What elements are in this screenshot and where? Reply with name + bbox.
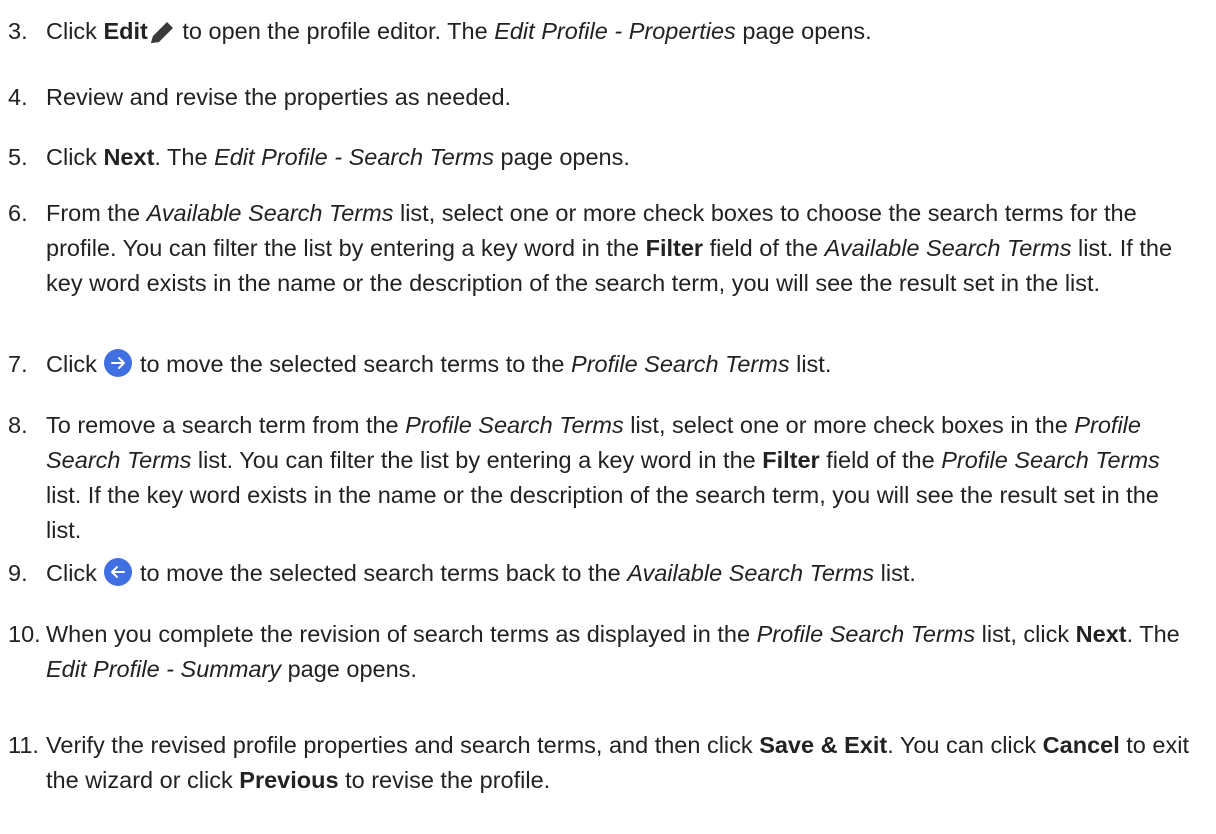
ui-term-italic: Available Search Terms: [627, 560, 875, 586]
pencil-icon: [148, 19, 176, 55]
step-text-run: When you complete the revision of search…: [46, 621, 757, 647]
ui-term-italic: Edit Profile - Properties: [494, 18, 736, 44]
ui-term-italic: Profile Search Terms: [941, 447, 1160, 473]
step-text: Click to move the selected search terms …: [46, 347, 1198, 388]
ui-term-bold: Filter: [762, 447, 820, 473]
step-number: 3.: [8, 18, 28, 44]
ui-term-bold: Edit: [103, 18, 148, 44]
step-text-run: to move the selected search terms back t…: [133, 560, 628, 586]
step-text-run: page opens.: [281, 656, 417, 682]
step-text-run: . The: [1126, 621, 1180, 647]
step-number: 7.: [8, 351, 28, 377]
step-number: 9.: [8, 560, 28, 586]
ui-term-italic: Profile Search Terms: [405, 412, 624, 438]
step-text-run: page opens.: [494, 144, 630, 170]
step-text-run: to open the profile editor. The: [175, 18, 495, 44]
step-text: When you complete the revision of search…: [46, 617, 1198, 687]
ui-term-italic: Available Search Terms: [146, 200, 394, 226]
arrow-left-circle-icon: [103, 557, 133, 597]
step-text-run: to revise the profile.: [338, 767, 551, 793]
arrow-right-circle-icon: [103, 348, 133, 388]
ui-term-italic: Profile Search Terms: [756, 621, 976, 647]
step-text: From the Available Search Terms list, se…: [46, 196, 1198, 301]
ui-term-italic: Edit Profile - Summary: [46, 656, 282, 682]
step-text-run: list, click: [975, 621, 1076, 647]
ui-term-bold: Cancel: [1042, 732, 1120, 758]
ui-term-bold: Save & Exit: [759, 732, 888, 758]
step-text-run: list.: [874, 560, 916, 586]
step-text: Click Next. The Edit Profile - Search Te…: [46, 140, 1198, 175]
step-text: To remove a search term from the Profile…: [46, 408, 1198, 548]
step-text: Review and revise the properties as need…: [46, 80, 1198, 115]
step-text-run: . You can click: [887, 732, 1043, 758]
ui-term-bold: Previous: [239, 767, 339, 793]
step-text-run: From the: [46, 200, 147, 226]
step-text-run: page opens.: [735, 18, 872, 44]
step-text-run: list. You can filter the list by enterin…: [191, 447, 763, 473]
step-text-run: field of the: [703, 235, 825, 261]
step-number: 11.: [8, 732, 39, 758]
ui-term-italic: Available Search Terms: [824, 235, 1072, 261]
step-text: Verify the revised profile properties an…: [46, 728, 1198, 798]
step-text-run: Click: [46, 351, 104, 377]
ui-term-italic: Profile Search Terms: [571, 351, 790, 377]
step-text-run: field of the: [819, 447, 942, 473]
step-text-run: list. If the key word exists in the name…: [46, 482, 1159, 543]
step-text-run: list, select one or more check boxes in …: [623, 412, 1075, 438]
step-text-run: To remove a search term from the: [46, 412, 406, 438]
step-number: 8.: [8, 412, 28, 438]
step-text-run: Verify the revised profile properties an…: [46, 732, 760, 758]
step-number: 10.: [8, 621, 41, 647]
step-text-run: Click: [46, 144, 104, 170]
step-number: 6.: [8, 200, 28, 226]
ui-term-bold: Next: [1075, 621, 1127, 647]
step-text-run: Click: [46, 18, 104, 44]
step-number: 5.: [8, 144, 28, 170]
ui-term-italic: Edit Profile - Search Terms: [214, 144, 494, 170]
step-text-run: to move the selected search terms to the: [133, 351, 572, 377]
ui-term-bold: Filter: [645, 235, 704, 261]
step-text: Click to move the selected search terms …: [46, 556, 1198, 597]
step-text: Click Edit to open the profile editor. T…: [46, 14, 1198, 55]
ui-term-bold: Next: [103, 144, 155, 170]
step-text-run: Click: [46, 560, 104, 586]
step-text-run: Review and revise the properties as need…: [46, 84, 512, 110]
step-text-run: list.: [789, 351, 832, 377]
step-number: 4.: [8, 84, 28, 110]
instruction-document: 3. Click Edit to open the profile editor.…: [0, 0, 1216, 834]
step-text-run: . The: [154, 144, 215, 170]
